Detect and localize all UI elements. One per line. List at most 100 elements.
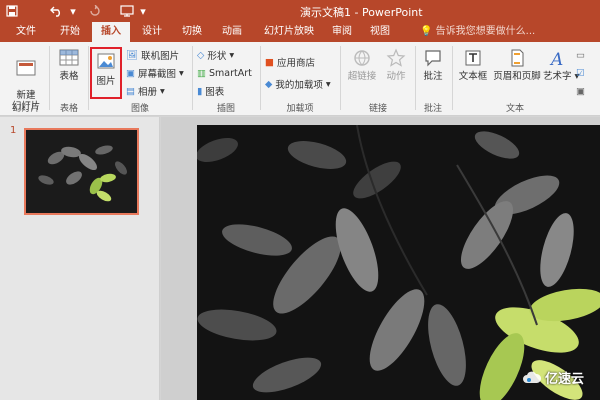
chevron-down-icon: ▾ xyxy=(325,78,331,90)
store-button[interactable]: ■ 应用商店 xyxy=(265,54,315,70)
table-button[interactable]: 表格 xyxy=(53,48,85,82)
tab-insert[interactable]: 插入 xyxy=(92,22,130,42)
title-bar: ▾ ▾ 演示文稿1 - PowerPoint xyxy=(0,0,600,22)
slide-thumbnail[interactable] xyxy=(24,128,139,215)
comment-icon xyxy=(425,50,441,67)
album-label: 相册 xyxy=(137,87,157,98)
shapes-button[interactable]: ◇ 形状 ▾ xyxy=(197,47,234,63)
chart-label: 图表 xyxy=(205,87,225,98)
group-addins-label: 加载项 xyxy=(286,104,314,114)
chart-button[interactable]: ▮ 图表 xyxy=(197,83,224,99)
group-tables-label: 表格 xyxy=(59,104,78,114)
undo-icon[interactable] xyxy=(46,0,68,22)
save-icon[interactable] xyxy=(2,0,22,22)
header-footer-icon xyxy=(511,49,524,67)
tab-view[interactable]: 视图 xyxy=(364,22,396,42)
watermark: 亿速云 xyxy=(523,368,584,387)
text-option-3-icon[interactable]: ▣ xyxy=(576,83,585,99)
album-button[interactable]: ▤ 相册 ▾ xyxy=(126,83,165,99)
tab-transitions[interactable]: 切换 xyxy=(174,22,210,42)
table-icon xyxy=(59,49,79,66)
text-option-1-icon[interactable]: ▭ xyxy=(576,47,585,63)
header-footer-button[interactable]: 页眉和页脚 xyxy=(493,48,541,82)
ribbon-tabs: 文件 开始 插入 设计 切换 动画 幻灯片放映 审阅 视图 💡 告诉我您想要做什… xyxy=(0,22,600,42)
tab-design[interactable]: 设计 xyxy=(134,22,170,42)
chevron-down-icon: ▾ xyxy=(229,49,235,61)
picture-button[interactable]: 图片 xyxy=(90,47,122,99)
hyperlink-button[interactable]: 超链接 xyxy=(345,48,379,82)
smartart-label: SmartArt xyxy=(208,67,252,79)
action-button[interactable]: 动作 xyxy=(382,48,410,82)
window-title: 演示文稿1 - PowerPoint xyxy=(300,6,423,19)
tab-file[interactable]: 文件 xyxy=(8,22,44,42)
textbox-icon xyxy=(465,50,481,66)
group-links-label: 链接 xyxy=(368,104,387,114)
online-picture-label: 联机图片 xyxy=(141,51,180,62)
smartart-icon: ▥ xyxy=(197,67,206,79)
separator xyxy=(49,46,50,110)
my-addins-button[interactable]: ◆ 我的加载项 ▾ xyxy=(265,76,331,92)
group-illustrations-label: 插图 xyxy=(216,104,235,114)
slide-canvas[interactable] xyxy=(197,125,600,400)
new-slide-icon xyxy=(16,60,36,76)
chevron-down-icon: ▾ xyxy=(179,67,184,79)
separator xyxy=(452,46,453,110)
slide-thumbnail-image xyxy=(26,130,137,213)
svg-text:A: A xyxy=(549,50,563,68)
store-label: 应用商店 xyxy=(276,58,315,69)
tab-slideshow[interactable]: 幻灯片放映 xyxy=(256,22,322,42)
chart-icon: ▮ xyxy=(197,85,203,97)
wordart-button[interactable]: A 艺术字 ▾ xyxy=(543,48,579,82)
separator xyxy=(340,46,341,110)
picture-icon xyxy=(97,53,115,69)
table-label: 表格 xyxy=(59,71,79,82)
wordart-label: 艺术字 xyxy=(543,71,572,82)
slide-number: 1 xyxy=(10,125,17,136)
group-images-label: 图像 xyxy=(130,104,149,114)
group-slides-label: 幻灯片 xyxy=(12,104,40,114)
smartart-button[interactable]: ▥ SmartArt xyxy=(197,65,252,81)
album-icon: ▤ xyxy=(126,85,135,97)
tell-me-text: 告诉我您想要做什么... xyxy=(435,26,536,37)
textbox-button[interactable]: 文本框 xyxy=(455,48,491,82)
ribbon: 新建 幻灯片 幻灯片 表格 表格 图片 🖼 联机图片 ▣ 屏幕截图 ▾ ▤ 相册… xyxy=(0,42,600,116)
lightbulb-icon: 💡 xyxy=(420,26,433,37)
slide-picture[interactable] xyxy=(197,125,600,400)
header-footer-label: 页眉和页脚 xyxy=(493,71,541,82)
wordart-icon: A xyxy=(549,50,563,68)
separator xyxy=(88,46,89,110)
separator xyxy=(192,46,193,110)
separator xyxy=(260,46,261,110)
group-text-label: 文本 xyxy=(505,104,524,114)
tell-me-box[interactable]: 💡 告诉我您想要做什么... xyxy=(420,22,535,42)
online-picture-icon: 🖼 xyxy=(126,49,139,61)
group-comments-label: 批注 xyxy=(423,104,442,114)
undo-dropdown-icon[interactable]: ▾ xyxy=(68,0,78,22)
tab-home[interactable]: 开始 xyxy=(52,22,88,42)
hyperlink-icon xyxy=(354,50,370,66)
comment-button[interactable]: 批注 xyxy=(418,48,448,82)
redo-icon[interactable] xyxy=(86,0,104,22)
chevron-down-icon: ▾ xyxy=(160,85,165,97)
action-star-icon xyxy=(386,48,406,67)
shapes-icon: ◇ xyxy=(197,49,205,61)
present-icon[interactable] xyxy=(116,0,138,22)
tab-animations[interactable]: 动画 xyxy=(214,22,250,42)
cloud-logo-icon xyxy=(523,371,541,383)
addins-icon: ◆ xyxy=(265,78,273,90)
tab-review[interactable]: 审阅 xyxy=(326,22,358,42)
screenshot-button[interactable]: ▣ 屏幕截图 ▾ xyxy=(126,65,184,81)
picture-label: 图片 xyxy=(96,76,116,87)
shapes-label: 形状 xyxy=(207,51,227,62)
text-option-2-icon[interactable]: ☑ xyxy=(576,65,585,81)
store-icon: ■ xyxy=(265,56,274,68)
textbox-label: 文本框 xyxy=(458,71,488,82)
hyperlink-label: 超链接 xyxy=(347,71,377,82)
comment-label: 批注 xyxy=(423,71,443,82)
screenshot-label: 屏幕截图 xyxy=(137,69,176,80)
online-picture-button[interactable]: 🖼 联机图片 xyxy=(126,47,179,63)
action-label: 动作 xyxy=(386,71,406,82)
watermark-text: 亿速云 xyxy=(545,372,585,387)
customize-qat-icon[interactable]: ▾ xyxy=(138,0,148,22)
my-addins-label: 我的加载项 xyxy=(275,80,323,91)
